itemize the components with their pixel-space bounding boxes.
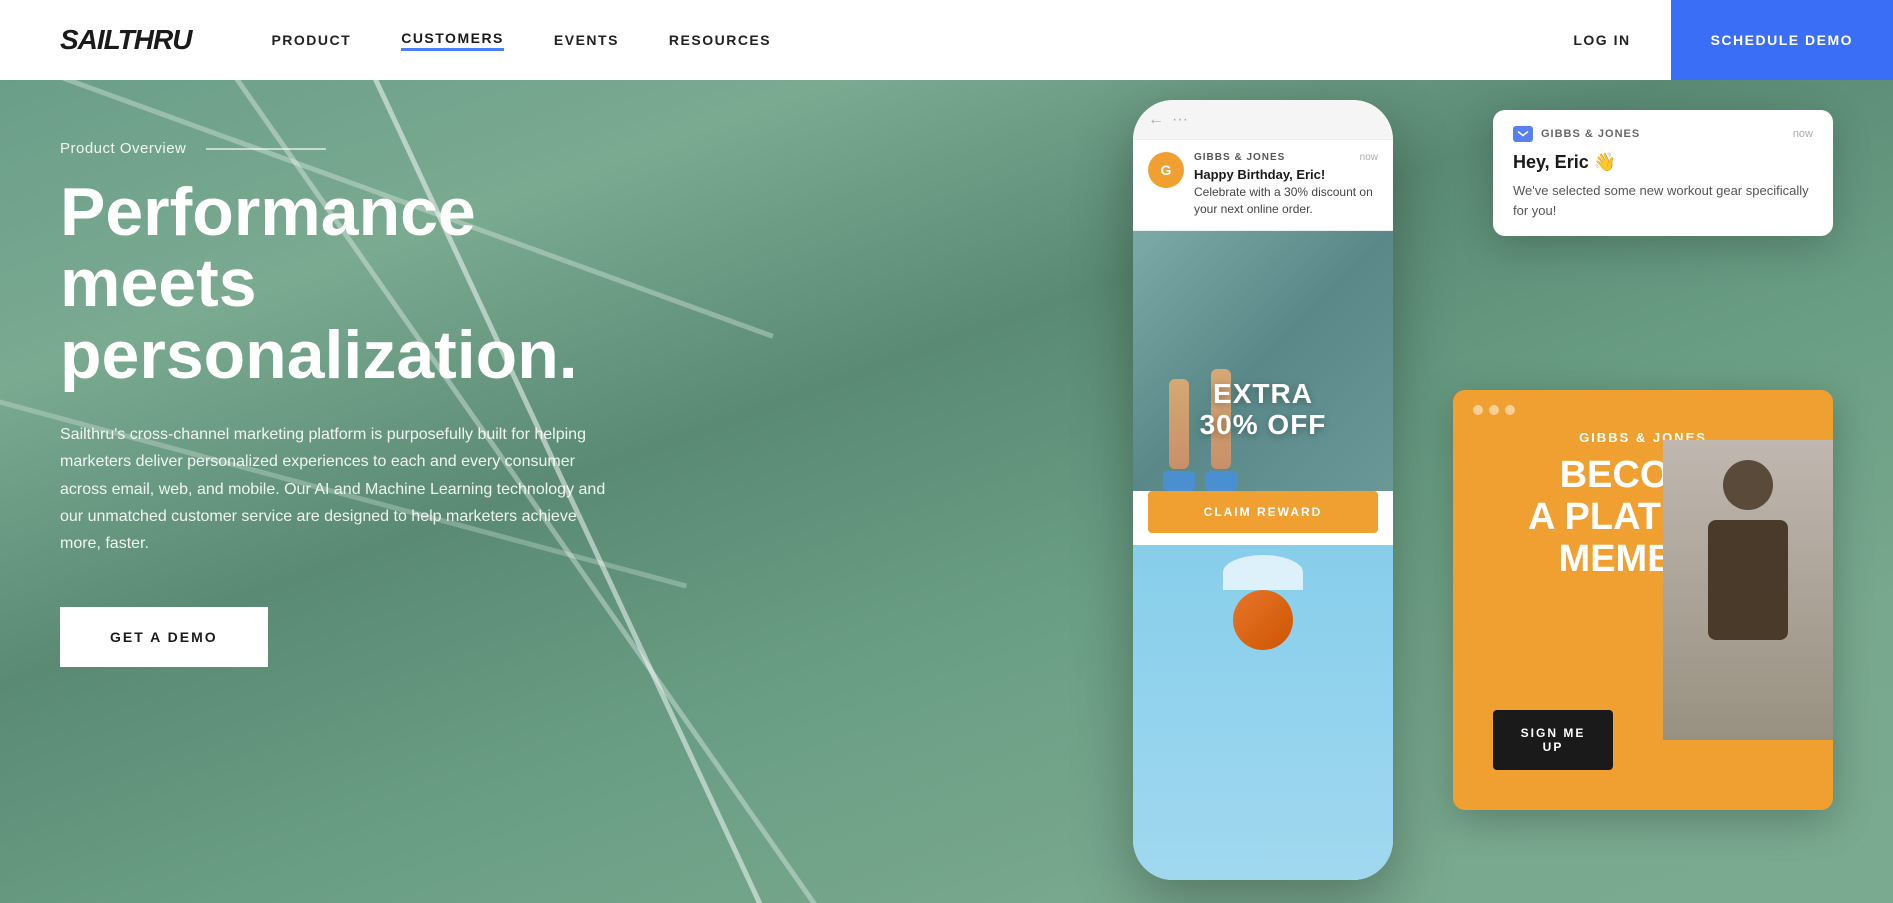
- email-time: now: [1793, 128, 1813, 140]
- email-card-header: GIBBS & JONES now: [1513, 126, 1813, 142]
- notif-brand: GIBBS & JONES: [1194, 152, 1285, 163]
- nav-links: PRODUCT CUSTOMERS EVENTS RESOURCES: [271, 30, 1533, 51]
- schedule-demo-button[interactable]: SCHEDULE DEMO: [1671, 0, 1893, 80]
- promo-card-dots: [1453, 390, 1833, 430]
- dot-2: [1489, 405, 1499, 415]
- login-button[interactable]: LOG IN: [1533, 32, 1670, 48]
- notif-header-row: GIBBS & JONES now: [1194, 152, 1378, 163]
- phone-mockup: ← ··· G GIBBS & JONES now Happy Birthday…: [1133, 100, 1393, 880]
- email-body-text: We've selected some new workout gear spe…: [1513, 181, 1813, 220]
- notif-text: Celebrate with a 30% discount on your ne…: [1194, 184, 1378, 218]
- phone-nav-icons: ← ···: [1148, 111, 1188, 129]
- logo[interactable]: SAILTHRU: [60, 24, 191, 56]
- hero-section: Product Overview Performance meets perso…: [0, 80, 1893, 903]
- nav-link-resources[interactable]: RESOURCES: [669, 32, 771, 48]
- dot-1: [1473, 405, 1483, 415]
- dot-3: [1505, 405, 1515, 415]
- navbar: SAILTHRU PRODUCT CUSTOMERS EVENTS RESOUR…: [0, 0, 1893, 80]
- notif-title: Happy Birthday, Eric!: [1194, 167, 1378, 182]
- more-icon: ···: [1172, 111, 1188, 129]
- nav-link-customers[interactable]: CUSTOMERS: [401, 30, 504, 51]
- notif-content: GIBBS & JONES now Happy Birthday, Eric! …: [1194, 152, 1378, 218]
- nav-link-product[interactable]: PRODUCT: [271, 32, 351, 48]
- hero-title: Performance meets personalization.: [60, 177, 660, 391]
- promo-card-image: [1663, 440, 1833, 740]
- promo-card-cta-wrapper: SIGN ME UP: [1453, 710, 1653, 810]
- notif-time: now: [1360, 152, 1378, 163]
- promo-overlay-text: EXTRA30% OFF: [1200, 379, 1327, 441]
- subtitle-line: [206, 148, 326, 150]
- phone-top-bar: ← ···: [1133, 100, 1393, 140]
- promo-card-cta-button[interactable]: SIGN ME UP: [1493, 710, 1613, 770]
- email-card: GIBBS & JONES now Hey, Eric 👋 We've sele…: [1493, 110, 1833, 236]
- phone-notification: G GIBBS & JONES now Happy Birthday, Eric…: [1133, 140, 1393, 231]
- notif-avatar: G: [1148, 152, 1184, 188]
- back-icon: ←: [1148, 111, 1164, 129]
- get-demo-button[interactable]: GET A DEMO: [60, 607, 268, 667]
- hero-subtitle: Product Overview: [60, 140, 660, 157]
- email-icon: [1513, 126, 1533, 142]
- email-greeting: Hey, Eric 👋: [1513, 152, 1813, 173]
- nav-link-events[interactable]: EVENTS: [554, 32, 619, 48]
- hero-content: Product Overview Performance meets perso…: [60, 140, 660, 667]
- phone-promo-image: EXTRA30% OFF: [1133, 231, 1393, 491]
- email-brand: GIBBS & JONES: [1541, 128, 1785, 140]
- promo-card: GIBBS & JONES BECOMEA PLATINUMMEMBER SIG…: [1453, 390, 1833, 810]
- phone-claim-button[interactable]: CLAIM REWARD: [1148, 491, 1378, 533]
- person-silhouette: [1133, 545, 1393, 880]
- nav-right: LOG IN SCHEDULE DEMO: [1533, 0, 1893, 80]
- phone-bottom-image: [1133, 545, 1393, 880]
- hero-body: Sailthru's cross-channel marketing platf…: [60, 421, 620, 557]
